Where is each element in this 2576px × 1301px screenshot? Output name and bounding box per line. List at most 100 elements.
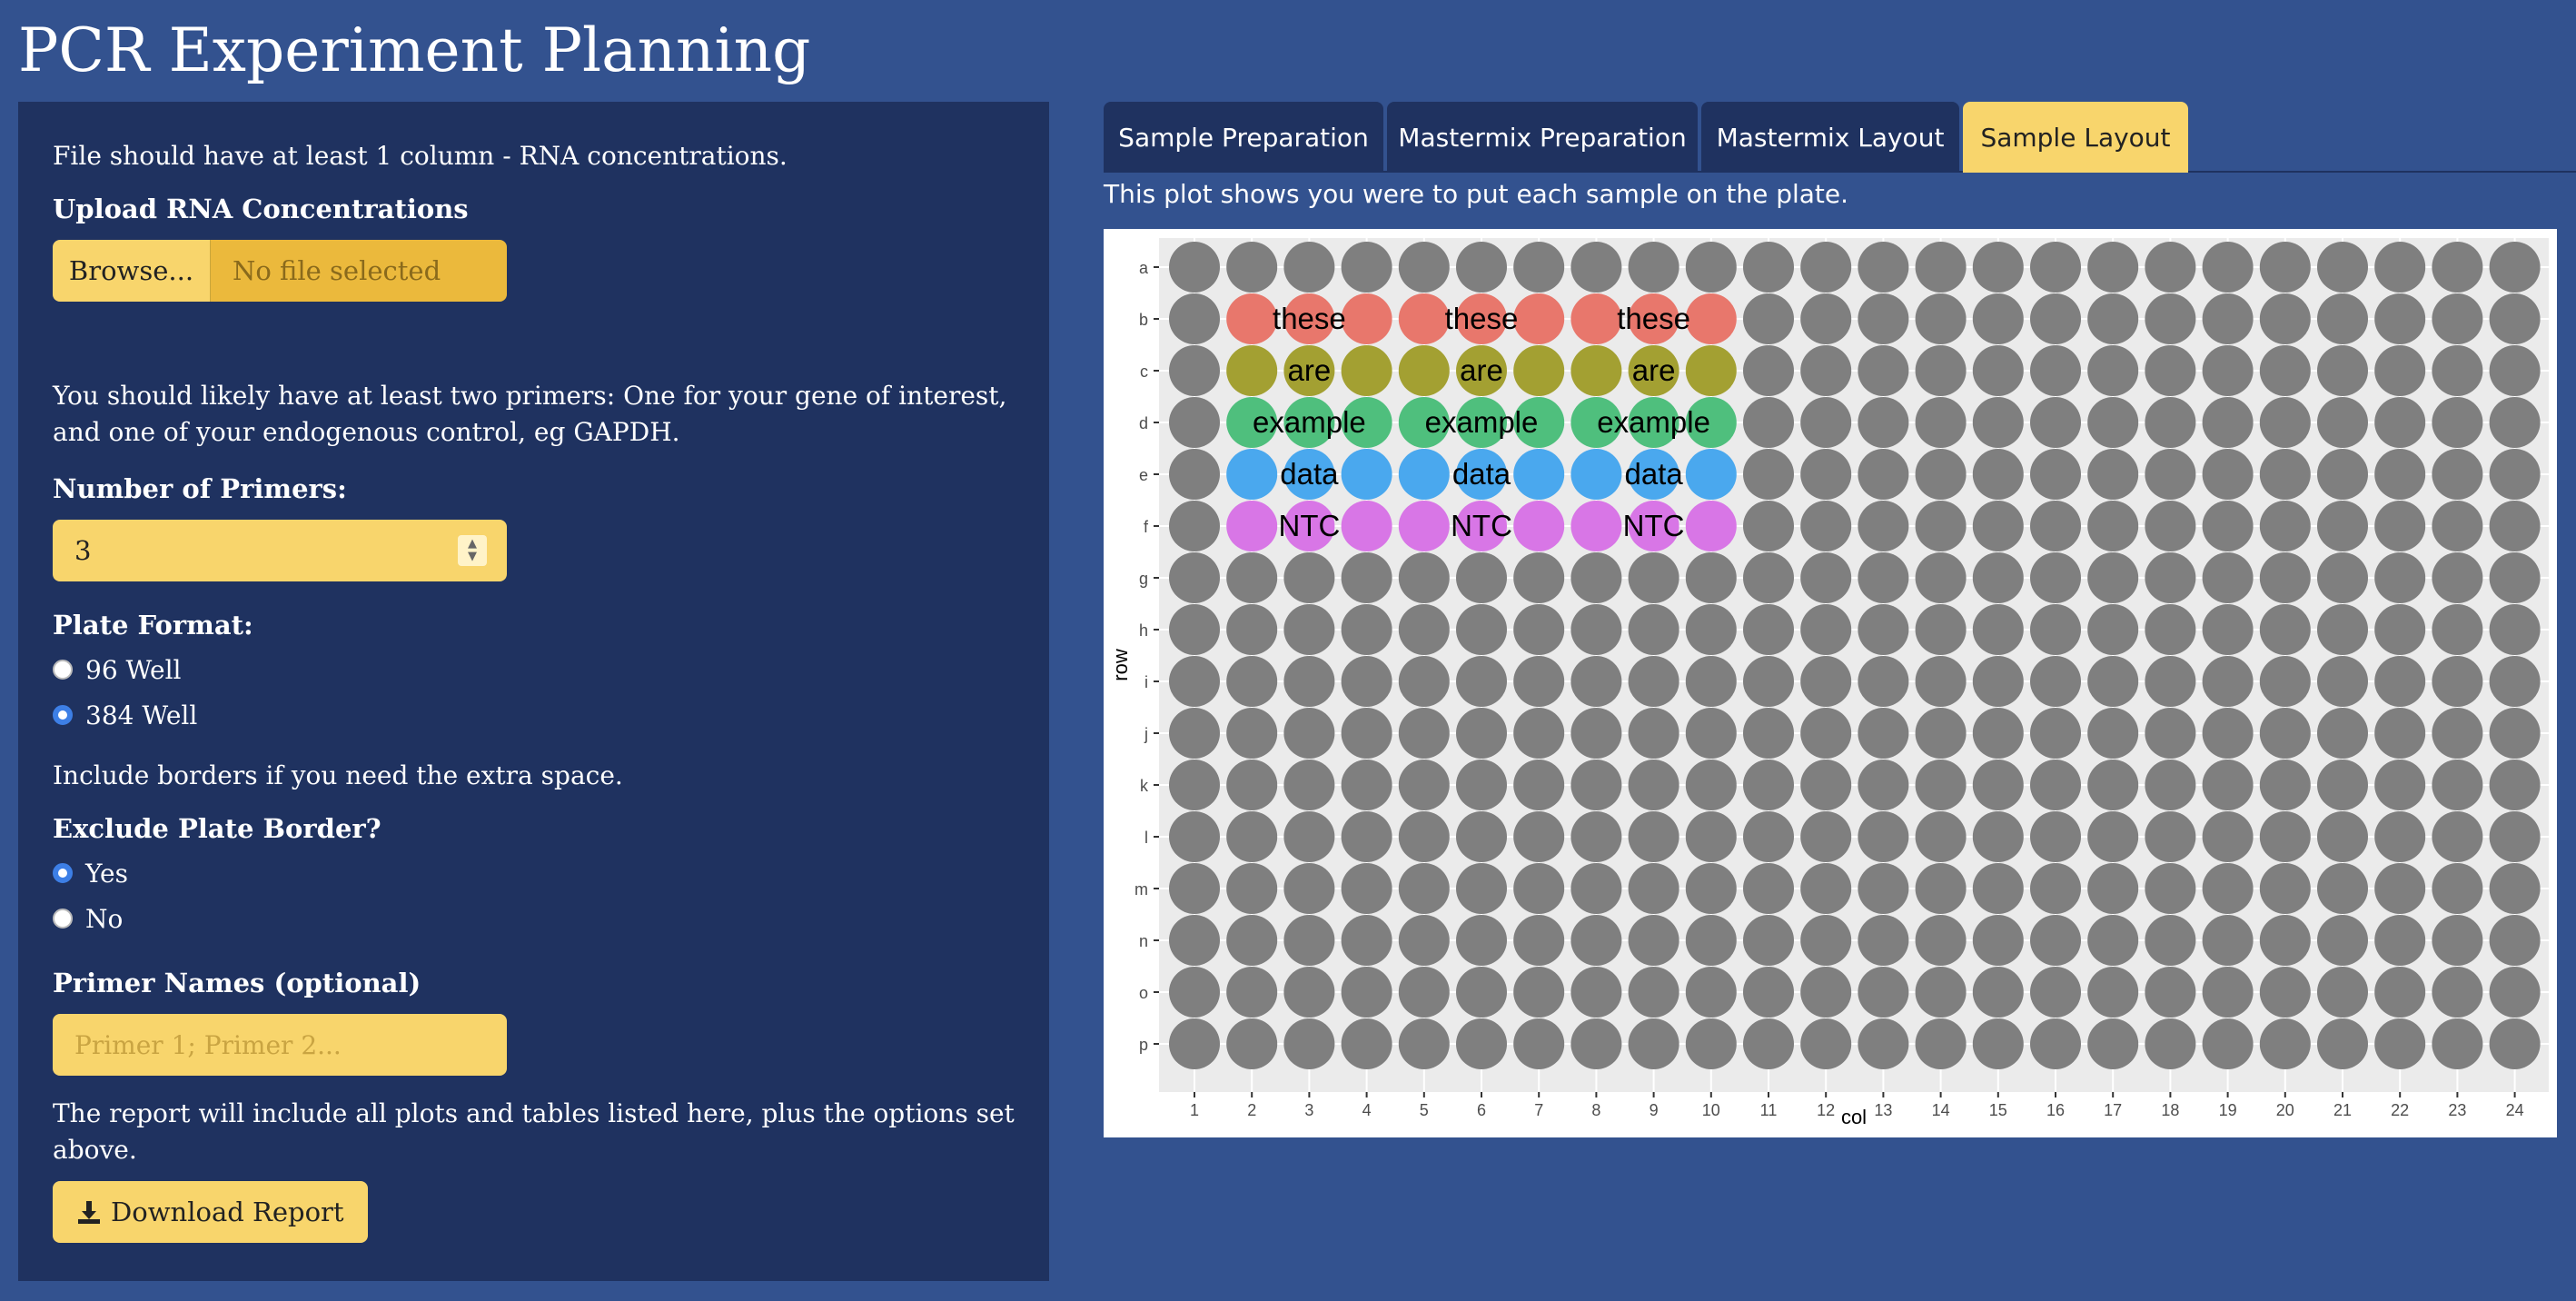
well-point bbox=[1685, 345, 1737, 396]
y-tick-label: n bbox=[1139, 932, 1148, 950]
well-point bbox=[1743, 552, 1794, 603]
file-upload[interactable]: Browse... No file selected bbox=[53, 240, 507, 302]
well-point bbox=[1628, 811, 1679, 862]
well-point bbox=[1341, 708, 1392, 759]
well-point bbox=[1570, 449, 1622, 500]
well-point bbox=[1398, 293, 1450, 344]
radio-button-checked[interactable] bbox=[53, 705, 73, 725]
well-point bbox=[2374, 449, 2426, 500]
well-point bbox=[2317, 863, 2368, 914]
well-point bbox=[1685, 708, 1737, 759]
well-point bbox=[1972, 708, 2024, 759]
x-tick-label: 23 bbox=[2448, 1101, 2466, 1119]
well-point bbox=[1915, 293, 1967, 344]
well-point bbox=[2087, 915, 2139, 966]
well-point bbox=[1858, 811, 1909, 862]
app-title: PCR Experiment Planning bbox=[18, 15, 811, 85]
well-point bbox=[2432, 293, 2483, 344]
well-point bbox=[1743, 397, 1794, 448]
well-point bbox=[1800, 656, 1852, 707]
well-point bbox=[1858, 397, 1909, 448]
well-point bbox=[2374, 242, 2426, 293]
well-point bbox=[1972, 811, 2024, 862]
well-point bbox=[1283, 811, 1335, 862]
well-point bbox=[2317, 293, 2368, 344]
well-point bbox=[1628, 863, 1679, 914]
primer-names-input[interactable]: Primer 1; Primer 2... bbox=[53, 1014, 507, 1076]
well-point bbox=[1456, 1018, 1507, 1069]
well-point bbox=[1628, 760, 1679, 810]
well-point bbox=[1341, 449, 1392, 500]
well-point bbox=[1972, 242, 2024, 293]
border-label: Exclude Plate Border? bbox=[53, 813, 381, 844]
well-point bbox=[1685, 501, 1737, 551]
well-point bbox=[1685, 811, 1737, 862]
radio-label-96: 96 Well bbox=[85, 654, 182, 685]
x-tick-label: 6 bbox=[1477, 1101, 1486, 1119]
x-tick-label: 15 bbox=[1989, 1101, 2007, 1119]
download-report-button[interactable]: Download Report bbox=[53, 1181, 368, 1243]
well-point bbox=[2259, 863, 2311, 914]
y-tick-label: p bbox=[1139, 1036, 1148, 1054]
radio-border-no[interactable]: No bbox=[53, 896, 1015, 941]
well-point bbox=[2489, 449, 2541, 500]
x-tick-label: 7 bbox=[1534, 1101, 1543, 1119]
radio-border-yes[interactable]: Yes bbox=[53, 850, 1015, 896]
browse-button[interactable]: Browse... bbox=[53, 240, 211, 302]
well-point bbox=[1226, 345, 1278, 396]
well-point bbox=[2030, 293, 2081, 344]
radio-96-well[interactable]: 96 Well bbox=[53, 647, 1015, 692]
well-point bbox=[1341, 552, 1392, 603]
tab-mastermix-layout[interactable]: Mastermix Layout bbox=[1701, 102, 1959, 173]
well-point bbox=[2087, 863, 2139, 914]
radio-button-checked[interactable] bbox=[53, 863, 73, 883]
well-point bbox=[1858, 656, 1909, 707]
well-point bbox=[1858, 1018, 1909, 1069]
primers-number-input[interactable]: 3 ▲ ▼ bbox=[53, 520, 507, 581]
well-point bbox=[1800, 293, 1852, 344]
radio-label-yes: Yes bbox=[85, 858, 128, 889]
radio-label-384: 384 Well bbox=[85, 700, 198, 730]
well-point bbox=[1915, 242, 1967, 293]
radio-button[interactable] bbox=[53, 660, 73, 680]
tab-mastermix-preparation[interactable]: Mastermix Preparation bbox=[1387, 102, 1698, 173]
well-point bbox=[2432, 604, 2483, 655]
y-tick-label: d bbox=[1139, 414, 1148, 432]
y-tick-label: m bbox=[1134, 880, 1148, 899]
file-name-field[interactable]: No file selected bbox=[211, 240, 507, 302]
well-point bbox=[1283, 242, 1335, 293]
well-point bbox=[2374, 708, 2426, 759]
tab-sample-preparation[interactable]: Sample Preparation bbox=[1104, 102, 1383, 173]
well-point bbox=[2374, 967, 2426, 1018]
well-point bbox=[2259, 552, 2311, 603]
well-point bbox=[1226, 449, 1278, 500]
well-point bbox=[1628, 242, 1679, 293]
well-point bbox=[1513, 552, 1565, 603]
well-point bbox=[1398, 501, 1450, 551]
well-point bbox=[1743, 604, 1794, 655]
y-tick-label: e bbox=[1139, 466, 1148, 484]
well-point bbox=[2145, 449, 2196, 500]
well-point bbox=[1513, 708, 1565, 759]
tab-sample-layout[interactable]: Sample Layout bbox=[1963, 102, 2188, 173]
well-point bbox=[2202, 604, 2254, 655]
well-point bbox=[2374, 293, 2426, 344]
well-point bbox=[1915, 760, 1967, 810]
well-point bbox=[1398, 708, 1450, 759]
well-point bbox=[1915, 552, 1967, 603]
well-point bbox=[1972, 449, 2024, 500]
well-point bbox=[1456, 915, 1507, 966]
sample-label: are bbox=[1632, 353, 1676, 387]
well-point bbox=[1743, 449, 1794, 500]
well-point bbox=[2317, 501, 2368, 551]
number-spinner-icon[interactable]: ▲ ▼ bbox=[458, 535, 487, 566]
y-axis-title: row bbox=[1109, 649, 1132, 681]
radio-button[interactable] bbox=[53, 909, 73, 929]
well-point bbox=[1628, 552, 1679, 603]
well-point bbox=[1743, 501, 1794, 551]
radio-384-well[interactable]: 384 Well bbox=[53, 692, 1015, 738]
well-point bbox=[1169, 242, 1220, 293]
well-point bbox=[2087, 552, 2139, 603]
report-help-text: The report will include all plots and ta… bbox=[53, 1098, 1015, 1165]
well-point bbox=[1570, 604, 1622, 655]
